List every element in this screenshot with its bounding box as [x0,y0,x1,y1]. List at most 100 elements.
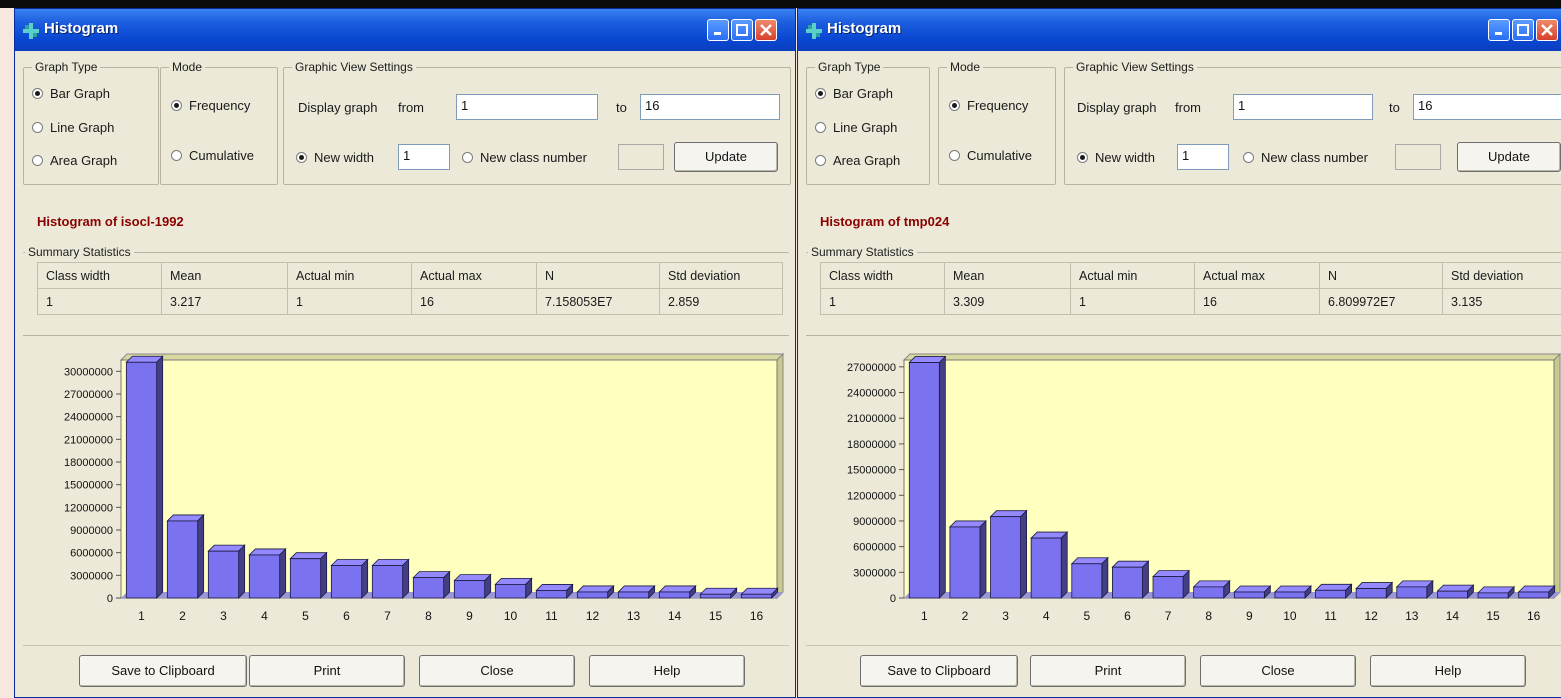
maximize-button[interactable] [731,19,753,41]
x-tick-label: 16 [1527,609,1541,623]
value-actual-max: 16 [1194,288,1320,315]
value-class-width: 1 [37,288,162,315]
area-graph-radio[interactable]: Area Graph [32,153,117,168]
bar-side [1060,531,1068,599]
help-button[interactable]: Help [589,655,745,687]
x-tick-label: 2 [179,609,186,623]
view-settings-legend: Graphic View Settings [292,60,416,74]
bar [617,591,650,599]
histogram-title: Histogram of tmp024 [820,214,950,229]
x-tick-label: 8 [1205,609,1212,623]
radio-dot [171,100,182,111]
mode-group: Mode Frequency Cumulative [160,60,278,185]
cumulative-radio[interactable]: Cumulative [171,148,254,163]
summary-header-row: Class width Mean Actual min Actual max N… [37,262,783,289]
area-graph-radio[interactable]: Area Graph [815,153,900,168]
radio-dot [171,150,182,161]
bar [453,580,486,599]
histogram-chart: 0300000060000009000000120000001500000018… [847,352,1561,623]
value-mean: 3.217 [161,288,288,315]
title-bar[interactable]: Histogram [798,9,1561,51]
close-window-button[interactable] [755,19,777,41]
print-button[interactable]: Print [1030,655,1186,687]
graphic-view-settings-group: Graphic View Settings Display graph from… [283,60,791,185]
value-n: 7.158053E7 [536,288,660,315]
separator [806,645,1561,646]
bar [1274,591,1306,599]
frequency-radio[interactable]: Frequency [949,98,1028,113]
mode-legend: Mode [169,60,206,74]
header-n: N [536,262,660,289]
new-width-input[interactable]: 1 [398,144,450,170]
to-input[interactable]: 16 [1413,94,1561,120]
frequency-radio[interactable]: Frequency [171,98,250,113]
line-graph-radio[interactable]: Line Graph [815,120,897,135]
bar [1152,576,1184,599]
radio-dot [32,155,43,166]
cumulative-radio[interactable]: Cumulative [949,148,1032,163]
minimize-button[interactable] [1488,19,1510,41]
x-tick-label: 6 [343,609,350,623]
new-class-number-radio[interactable]: New class number [1243,150,1368,165]
bar-graph-radio[interactable]: Bar Graph [32,86,110,101]
update-button[interactable]: Update [1457,142,1561,172]
close-window-button[interactable] [1536,19,1558,41]
bar-side [1020,509,1027,599]
new-class-number-input[interactable] [1395,144,1441,170]
close-button[interactable]: Close [419,655,575,687]
bar [658,591,691,599]
maximize-button[interactable] [1512,19,1534,41]
x-tick-label: 7 [1165,609,1172,623]
summary-header-row: Class width Mean Actual min Actual max N… [820,262,1561,289]
bar [207,550,240,599]
y-tick-label: 9000000 [853,516,896,528]
update-button[interactable]: Update [674,142,778,172]
to-label: to [1389,100,1400,115]
radio-dot [815,88,826,99]
from-label: from [1175,100,1201,115]
y-tick-label: 21000000 [64,434,113,446]
graph-type-group: Graph Type Bar Graph Line Graph Area Gra… [806,60,930,185]
x-tick-label: 9 [466,609,473,623]
new-width-radio[interactable]: New width [296,150,374,165]
x-tick-label: 13 [1405,609,1419,623]
x-tick-label: 3 [220,609,227,623]
new-width-radio[interactable]: New width [1077,150,1155,165]
new-width-input[interactable]: 1 [1177,144,1229,170]
title-bar[interactable]: Histogram [15,9,795,51]
graph-type-group: Graph Type Bar Graph Line Graph Area Gra… [23,60,159,185]
header-std-deviation: Std deviation [659,262,783,289]
from-input[interactable]: 1 [1233,94,1373,120]
window-title: Histogram [827,20,902,37]
x-tick-label: 6 [1124,609,1131,623]
new-class-number-radio[interactable]: New class number [462,150,587,165]
y-tick-label: 27000000 [64,389,113,401]
line-graph-radio[interactable]: Line Graph [32,120,114,135]
window-title: Histogram [44,20,119,37]
bar [248,554,281,599]
bar-graph-radio[interactable]: Bar Graph [815,86,893,101]
x-tick-label: 10 [1283,609,1297,623]
header-actual-max: Actual max [411,262,537,289]
new-class-number-input[interactable] [618,144,664,170]
summary-table: Class width Mean Actual min Actual max N… [820,262,1561,315]
to-input[interactable]: 16 [640,94,780,120]
value-actual-min: 1 [1070,288,1195,315]
radio-dot [296,152,307,163]
header-n: N [1319,262,1443,289]
bar [1355,588,1387,599]
x-tick-label: 4 [261,609,268,623]
header-actual-max: Actual max [1194,262,1320,289]
x-tick-label: 7 [384,609,391,623]
help-button[interactable]: Help [1370,655,1526,687]
x-tick-label: 9 [1246,609,1253,623]
plot-top-edge [119,353,785,361]
save-to-clipboard-button[interactable]: Save to Clipboard [860,655,1018,687]
save-to-clipboard-button[interactable]: Save to Clipboard [79,655,247,687]
from-input[interactable]: 1 [456,94,598,120]
print-button[interactable]: Print [249,655,405,687]
close-icon [760,24,772,36]
close-button[interactable]: Close [1200,655,1356,687]
minimize-button[interactable] [707,19,729,41]
plot-top-edge [902,353,1561,361]
